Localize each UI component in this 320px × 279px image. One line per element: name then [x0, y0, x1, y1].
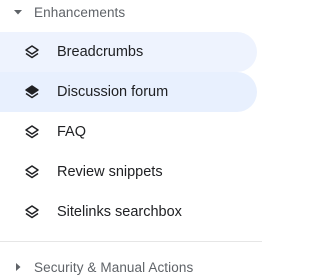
nav-item-faq[interactable]: FAQ: [0, 112, 257, 152]
nav-item-label: Review snippets: [57, 164, 163, 180]
layers-icon: [24, 164, 40, 180]
nav-item-discussion-forum[interactable]: Discussion forum: [0, 72, 257, 112]
nav-item-breadcrumbs[interactable]: Breadcrumbs: [0, 32, 257, 72]
layers-icon: [24, 204, 40, 220]
sidebar-nav: Enhancements Breadcrumbs Discussion foru…: [0, 0, 274, 275]
section-divider: [0, 241, 262, 242]
layers-icon: [24, 84, 40, 100]
enhancements-section-label: Enhancements: [34, 4, 126, 20]
caret-down-icon[interactable]: [0, 7, 34, 17]
security-section-header[interactable]: Security & Manual Actions: [0, 255, 274, 279]
caret-right-icon[interactable]: [0, 262, 34, 272]
enhancements-section-header[interactable]: Enhancements: [0, 0, 274, 24]
nav-item-label: Discussion forum: [57, 84, 169, 100]
layers-icon: [24, 124, 40, 140]
nav-item-label: Breadcrumbs: [57, 44, 144, 60]
nav-item-sitelinks-searchbox[interactable]: Sitelinks searchbox: [0, 192, 257, 232]
nav-item-review-snippets[interactable]: Review snippets: [0, 152, 257, 192]
nav-item-label: FAQ: [57, 124, 87, 140]
nav-item-label: Sitelinks searchbox: [57, 204, 182, 220]
layers-icon: [24, 44, 40, 60]
security-section-label: Security & Manual Actions: [34, 259, 194, 275]
